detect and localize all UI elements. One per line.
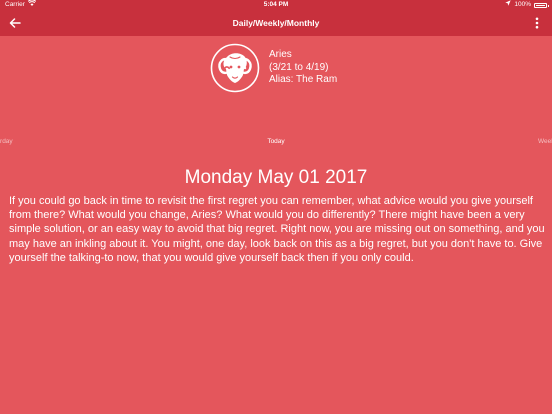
more-options-button[interactable] <box>530 14 544 32</box>
reading-date: Monday May 01 2017 <box>184 167 368 188</box>
battery-icon <box>534 2 549 8</box>
tab-weekly[interactable]: Weekly <box>538 134 552 150</box>
horoscope-text: If you could go back in time to revisit … <box>9 195 545 264</box>
status-right: 100% <box>505 0 549 10</box>
sign-info: Aries (3/21 to 4/19) Alias: The Ram <box>269 49 337 87</box>
ram-icon <box>210 43 260 93</box>
sign-dates: (3/21 to 4/19) <box>269 61 329 73</box>
tab-today[interactable]: Today <box>0 134 552 150</box>
sign-alias: Alias: The Ram <box>269 74 338 86</box>
app-screen: Carrier 5:04 PM 100% Daily/Weekly/Monthl… <box>0 0 552 414</box>
sign-name: Aries <box>269 49 292 61</box>
status-bar: Carrier 5:04 PM 100% <box>0 0 552 10</box>
period-tabs: Yesterday Today Weekly <box>0 134 552 150</box>
status-time: 5:04 PM <box>263 1 289 8</box>
battery-level-fill <box>536 4 545 6</box>
location-arrow-icon <box>505 0 512 10</box>
page-title: Daily/Weekly/Monthly <box>232 18 320 28</box>
sign-header: Aries (3/21 to 4/19) Alias: The Ram <box>210 43 337 93</box>
battery-percent: 100% <box>514 1 531 8</box>
more-vertical-icon <box>535 17 539 29</box>
navigation-bar: Daily/Weekly/Monthly <box>0 10 552 36</box>
